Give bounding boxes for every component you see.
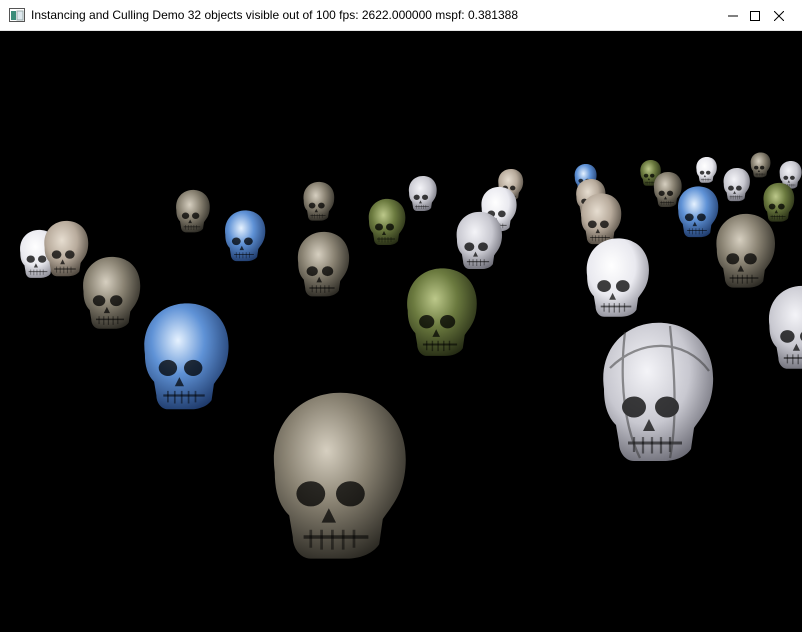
skull-near-1 (273, 392, 406, 559)
app-window: Instancing and Culling Demo 32 objects v… (0, 0, 802, 632)
skull-row3-3 (456, 211, 503, 270)
skull-row3-2 (297, 231, 350, 297)
skull-row3-1 (83, 256, 141, 329)
app-icon (9, 8, 25, 22)
skull-far-3 (303, 181, 335, 221)
close-button[interactable] (756, 0, 802, 31)
skull-row2-8 (763, 182, 795, 222)
close-icon (774, 10, 784, 21)
skull-row3-5 (678, 186, 719, 238)
skull-scene (20, 152, 802, 559)
skull-row4-1 (144, 303, 229, 410)
skull-row3-4 (581, 193, 622, 245)
skull-row2-1 (44, 220, 89, 277)
skull-far-9 (750, 152, 771, 178)
skull-row2-7 (723, 167, 750, 202)
title-bar[interactable]: Instancing and Culling Demo 32 objects v… (0, 0, 802, 31)
window-title: Instancing and Culling Demo 32 objects v… (31, 8, 518, 22)
skull-row3-6 (716, 213, 776, 288)
skull-row4-4 (768, 285, 802, 369)
skull-row4-3 (586, 238, 649, 317)
skull-row2-6 (653, 171, 682, 207)
skull-far-2 (176, 189, 210, 233)
skull-near-2 (603, 322, 714, 462)
skull-far-8 (696, 156, 717, 183)
skull-row2-2 (225, 210, 266, 262)
render-viewport[interactable] (0, 31, 802, 632)
skull-row4-2 (407, 268, 477, 356)
skull-row2-3 (368, 198, 406, 245)
skull-far-4 (408, 175, 437, 211)
